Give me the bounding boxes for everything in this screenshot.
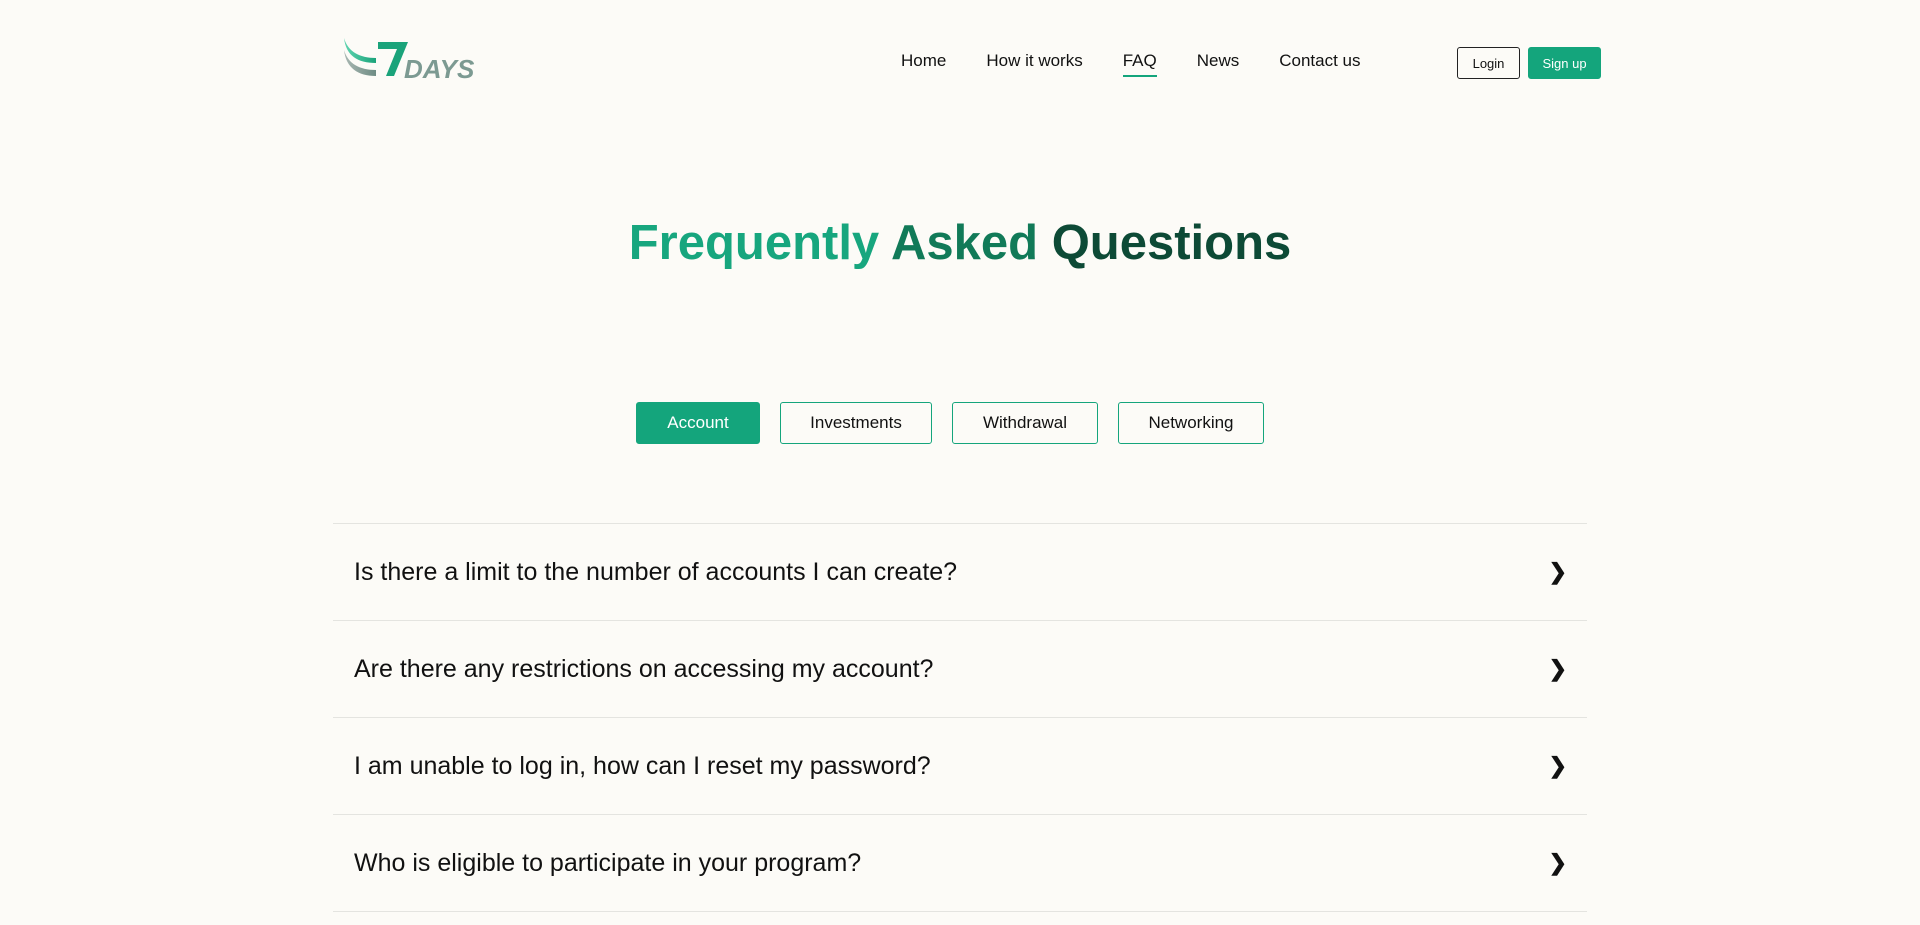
title-word-frequently: Frequently (628, 216, 880, 270)
page: DAYS Home How it works FAQ News Contact … (0, 0, 1920, 925)
login-button[interactable]: Login (1457, 47, 1520, 79)
brand-logo[interactable]: DAYS (342, 36, 480, 84)
nav-faq[interactable]: FAQ (1122, 51, 1157, 77)
nav-how-it-works[interactable]: How it works (986, 51, 1082, 71)
faq-question: I am unable to log in, how can I reset m… (354, 751, 931, 780)
faq-category-tabs: Account Investments Withdrawal Networkin… (636, 402, 1264, 444)
chevron-right-icon: ❯ (1548, 656, 1567, 681)
faq-item[interactable]: Who is eligible to participate in your p… (333, 815, 1587, 912)
nav-news[interactable]: News (1197, 51, 1240, 71)
chevron-right-icon: ❯ (1548, 850, 1567, 875)
faq-item[interactable]: Are there any restrictions on accessing … (333, 621, 1587, 718)
faq-question: Are there any restrictions on accessing … (354, 654, 934, 683)
chevron-right-icon: ❯ (1548, 559, 1567, 584)
chevron-right-icon: ❯ (1548, 753, 1567, 778)
faq-item[interactable]: Is there a limit to the number of accoun… (333, 524, 1587, 621)
tab-networking[interactable]: Networking (1118, 402, 1264, 444)
nav-contact-us[interactable]: Contact us (1279, 51, 1360, 71)
tab-account[interactable]: Account (636, 402, 760, 444)
title-word-questions: Questions (1051, 216, 1292, 270)
tab-withdrawal[interactable]: Withdrawal (952, 402, 1098, 444)
title-word-asked: Asked (890, 216, 1039, 270)
tab-investments[interactable]: Investments (780, 402, 932, 444)
signup-button[interactable]: Sign up (1528, 47, 1601, 79)
faq-item[interactable]: I am unable to log in, how can I reset m… (333, 718, 1587, 815)
svg-text:DAYS: DAYS (404, 54, 475, 84)
faq-question: Is there a limit to the number of accoun… (354, 557, 958, 586)
page-title: Frequently Asked Questions (0, 213, 1920, 273)
nav-home[interactable]: Home (901, 51, 946, 71)
main-nav: Home How it works FAQ News Contact us (901, 51, 1361, 77)
logo-mark-icon: DAYS (344, 38, 475, 84)
faq-question: Who is eligible to participate in your p… (354, 848, 862, 877)
faq-list: Is there a limit to the number of accoun… (333, 523, 1587, 912)
